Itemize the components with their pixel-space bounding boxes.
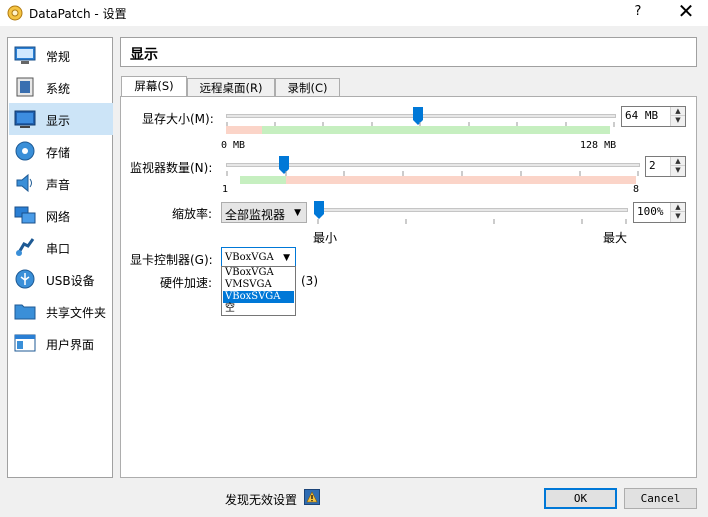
help-button[interactable]: ? [630, 4, 646, 20]
sidebar-item-label: USB设备 [46, 274, 95, 288]
spin-down-icon[interactable]: ▼ [671, 116, 685, 125]
graphics-controller-combo[interactable]: VBoxVGA ▼ [221, 247, 296, 268]
general-monitor-icon [14, 46, 36, 64]
scale-value: 100% [637, 205, 664, 218]
sidebar-item-usb[interactable]: USB设备 [9, 263, 113, 295]
scale-min-label: 最小 [313, 231, 338, 245]
warning-icon[interactable] [304, 489, 320, 505]
sidebar-item-serial[interactable]: 串口 [9, 231, 113, 263]
sidebar-item-display[interactable]: 显示 [9, 103, 113, 135]
monitor-count-high-range [286, 176, 636, 184]
dropdown-option-vmsvga[interactable]: VMSVGA [223, 279, 294, 291]
sidebar-item-label: 串口 [46, 242, 71, 256]
graphics-controller-dropdown: VBoxVGA VMSVGA VBoxSVGA 空 [221, 266, 296, 316]
title-bar: DataPatch - 设置 ? ✕ [0, 0, 708, 26]
sidebar-item-label: 网络 [46, 210, 71, 224]
scale-monitor-combo[interactable]: 全部监视器 ▼ [221, 202, 307, 223]
spin-up-icon[interactable]: ▲ [671, 203, 685, 212]
speaker-icon [16, 173, 32, 193]
invalid-settings-label: 发现无效设置 [225, 493, 298, 507]
folder-icon [14, 304, 36, 320]
ok-button[interactable]: OK [544, 488, 617, 509]
user-interface-icon [14, 334, 36, 352]
sidebar-item-label: 常规 [46, 50, 71, 64]
scale-slider-thumb[interactable] [313, 200, 325, 220]
spin-down-icon[interactable]: ▼ [671, 166, 685, 175]
scale-spinbox[interactable]: 100% ▲ ▼ [633, 202, 686, 223]
video-memory-value: 64 MB [625, 109, 659, 122]
chevron-down-icon: ▼ [294, 208, 301, 218]
tab-screen[interactable]: 屏幕(S) [121, 76, 187, 98]
video-memory-ok-range [262, 126, 610, 134]
sidebar-item-general[interactable]: 常规 [9, 39, 113, 71]
graphics-controller-value: VBoxVGA [225, 252, 274, 263]
scale-max-label: 最大 [603, 231, 628, 245]
spin-down-icon[interactable]: ▼ [671, 212, 685, 221]
network-icon [14, 206, 36, 224]
monitor-count-spinbox[interactable]: 2 ▲ ▼ [645, 156, 686, 177]
app-gear-icon [7, 5, 23, 21]
sidebar-item-label: 用户界面 [46, 338, 95, 352]
sidebar-item-label: 显示 [46, 114, 71, 128]
video-memory-max: 128 MB [580, 140, 617, 151]
sidebar-item-system[interactable]: 系统 [9, 71, 113, 103]
sidebar-item-label: 共享文件夹 [46, 306, 107, 320]
monitor-count-ok-range [240, 176, 286, 184]
scale-ticks [317, 219, 627, 224]
section-title: 显示 [130, 47, 158, 63]
monitor-count-value: 2 [649, 159, 656, 172]
chevron-down-icon: ▼ [283, 253, 290, 263]
sidebar-item-label: 声音 [46, 178, 71, 192]
monitor-count-max: 8 [633, 184, 640, 195]
spin-up-icon[interactable]: ▲ [671, 107, 685, 116]
sidebar: 常规 系统 显示 存储 声音 网络 串口 USB设备 共享文件夹 用户界面 [7, 37, 113, 478]
tab-remote-display[interactable]: 远程桌面(R) [187, 78, 275, 98]
close-button[interactable]: ✕ [674, 1, 698, 23]
window-title: DataPatch - 设置 [29, 7, 127, 21]
sidebar-item-audio[interactable]: 声音 [9, 167, 113, 199]
acceleration-partial-text: (3) [301, 274, 318, 288]
video-memory-label: 显存大小(M): [142, 112, 214, 126]
dropdown-option-none[interactable]: 空 [223, 303, 294, 315]
sidebar-item-label: 存储 [46, 146, 71, 160]
sidebar-item-network[interactable]: 网络 [9, 199, 113, 231]
spin-up-icon[interactable]: ▲ [671, 157, 685, 166]
display-monitor-icon [14, 110, 36, 128]
cancel-button[interactable]: Cancel [624, 488, 697, 509]
video-memory-min: 0 MB [221, 140, 246, 151]
scale-monitor-combo-value: 全部监视器 [225, 208, 286, 222]
scale-factor-label: 缩放率: [172, 207, 213, 221]
video-memory-spinbox[interactable]: 64 MB ▲ ▼ [621, 106, 686, 127]
sidebar-item-user-interface[interactable]: 用户界面 [9, 327, 113, 359]
graphics-controller-label: 显卡控制器(G): [130, 253, 213, 267]
sidebar-item-shared-folders[interactable]: 共享文件夹 [9, 295, 113, 327]
sidebar-item-label: 系统 [46, 82, 71, 96]
usb-icon [15, 269, 35, 289]
storage-disc-icon [15, 141, 35, 161]
section-header: 显示 [120, 37, 697, 67]
dropdown-option-vboxvga[interactable]: VBoxVGA [223, 267, 294, 279]
scale-slider-track[interactable] [314, 208, 628, 212]
serial-port-icon [16, 238, 35, 256]
dropdown-option-vboxsvga[interactable]: VBoxSVGA [223, 291, 294, 303]
acceleration-label: 硬件加速: [160, 276, 213, 290]
tab-recording[interactable]: 录制(C) [275, 78, 340, 98]
sidebar-item-storage[interactable]: 存储 [9, 135, 113, 167]
monitor-count-min: 1 [222, 184, 229, 195]
system-chip-icon [16, 77, 34, 97]
video-memory-low-range [226, 126, 262, 134]
monitor-count-label: 监视器数量(N): [130, 161, 213, 175]
